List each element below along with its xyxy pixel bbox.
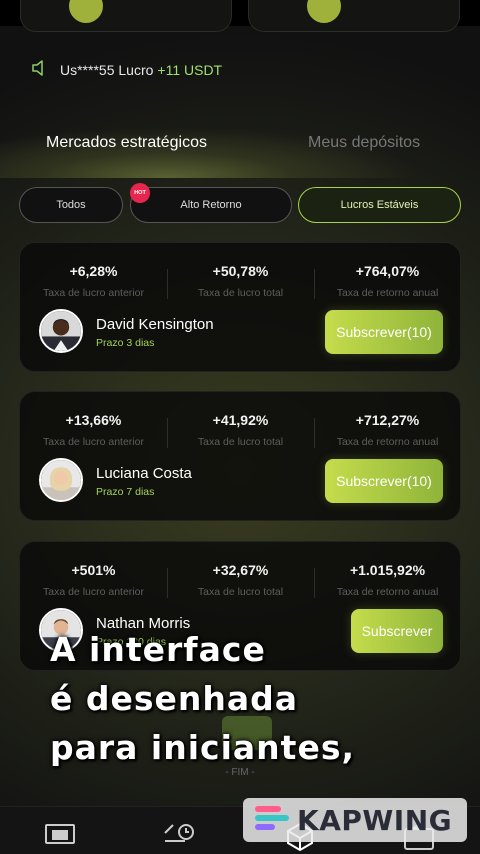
- exchange-icon[interactable]: [162, 821, 196, 851]
- stat-label: Taxa de lucro total: [197, 436, 284, 448]
- top-card-left[interactable]: [20, 0, 232, 32]
- stat-value: +1.015,92%: [349, 562, 426, 578]
- kapwing-text: KAPWING: [297, 803, 453, 837]
- kapwing-logo-icon: [255, 805, 289, 836]
- subscribe-button[interactable]: Subscrever(10): [325, 459, 443, 503]
- stat-total: +41,92% Taxa de lucro total: [167, 412, 314, 450]
- notice-user: Us****55 Lucro: [60, 61, 154, 78]
- monitor-icon[interactable]: [43, 821, 77, 851]
- profit-notice: Us****55 Lucro +11 USDT: [30, 58, 222, 81]
- avatar: [39, 309, 83, 353]
- avatar: [39, 458, 83, 502]
- trader-name: David Kensington: [96, 316, 214, 333]
- stat-label: Taxa de retorno anual: [336, 287, 439, 299]
- stat-annual: +712,27% Taxa de retorno anual: [314, 412, 461, 450]
- filter-stable-profits[interactable]: Lucros Estáveis: [298, 187, 461, 223]
- trader-card: +13,66% Taxa de lucro anterior +41,92% Tax…: [19, 391, 461, 521]
- filter-chips: Todos Alto Retorno HOT Lucros Estáveis: [19, 183, 461, 223]
- stat-value: +50,78%: [212, 263, 269, 279]
- trader-stats: +501% Taxa de lucro anterior +32,67% Taxa …: [20, 562, 462, 600]
- filter-high-return[interactable]: Alto Retorno: [130, 187, 292, 223]
- end-of-list-label: - FIM -: [225, 767, 255, 778]
- stat-value: +41,92%: [212, 412, 269, 428]
- stat-label: Taxa de lucro anterior: [43, 287, 144, 299]
- stat-prev: +501% Taxa de lucro anterior: [20, 562, 167, 600]
- stat-label: Taxa de retorno anual: [336, 586, 439, 598]
- trader-stats: +13,66% Taxa de lucro anterior +41,92% Tax…: [20, 412, 462, 450]
- stat-value: +712,27%: [355, 412, 420, 428]
- stat-prev: +6,28% Taxa de lucro anterior: [20, 263, 167, 301]
- trader-name: Luciana Costa: [96, 465, 192, 482]
- tab-my-deposits[interactable]: Meus depósitos: [308, 134, 420, 152]
- stat-label: Taxa de lucro total: [197, 287, 284, 299]
- stat-prev: +13,66% Taxa de lucro anterior: [20, 412, 167, 450]
- stat-total: +32,67% Taxa de lucro total: [167, 562, 314, 600]
- stat-label: Taxa de lucro total: [197, 586, 284, 598]
- stat-total: +50,78% Taxa de lucro total: [167, 263, 314, 301]
- subscribe-button[interactable]: Subscrever: [351, 609, 443, 653]
- top-card-icon: [307, 0, 341, 23]
- stat-annual: +1.015,92% Taxa de retorno anual: [314, 562, 461, 600]
- stat-value: +764,07%: [355, 263, 420, 279]
- caption-line-3: para iniciantes,: [50, 728, 356, 767]
- trader-term: Prazo 3 dias: [96, 337, 155, 349]
- top-card-icon: [69, 0, 103, 23]
- stat-value: +6,28%: [69, 263, 118, 279]
- market-tabs: Mercados estratégicos Meus depósitos: [0, 108, 480, 178]
- subscribe-button[interactable]: Subscrever(10): [325, 310, 443, 354]
- stat-label: Taxa de lucro anterior: [43, 586, 144, 598]
- stat-annual: +764,07% Taxa de retorno anual: [314, 263, 461, 301]
- tab-strategic-markets[interactable]: Mercados estratégicos: [46, 134, 207, 152]
- notice-amount: +11 USDT: [157, 61, 223, 78]
- kapwing-watermark: KAPWING: [243, 798, 467, 842]
- speaker-icon: [30, 58, 50, 81]
- caption-line-1: A interface: [50, 630, 266, 669]
- caption-line-2: é desenhada: [50, 679, 299, 718]
- stat-label: Taxa de retorno anual: [336, 436, 439, 448]
- filter-all[interactable]: Todos: [19, 187, 123, 223]
- stat-value: +13,66%: [65, 412, 122, 428]
- trader-term: Prazo 7 dias: [96, 486, 155, 498]
- trader-card: +6,28% Taxa de lucro anterior +50,78% Taxa…: [19, 242, 461, 372]
- trader-stats: +6,28% Taxa de lucro anterior +50,78% Taxa…: [20, 263, 462, 301]
- stat-value: +501%: [71, 562, 116, 578]
- stat-label: Taxa de lucro anterior: [43, 436, 144, 448]
- top-card-right[interactable]: [248, 0, 460, 32]
- stat-value: +32,67%: [212, 562, 269, 578]
- hot-badge: HOT: [130, 183, 150, 203]
